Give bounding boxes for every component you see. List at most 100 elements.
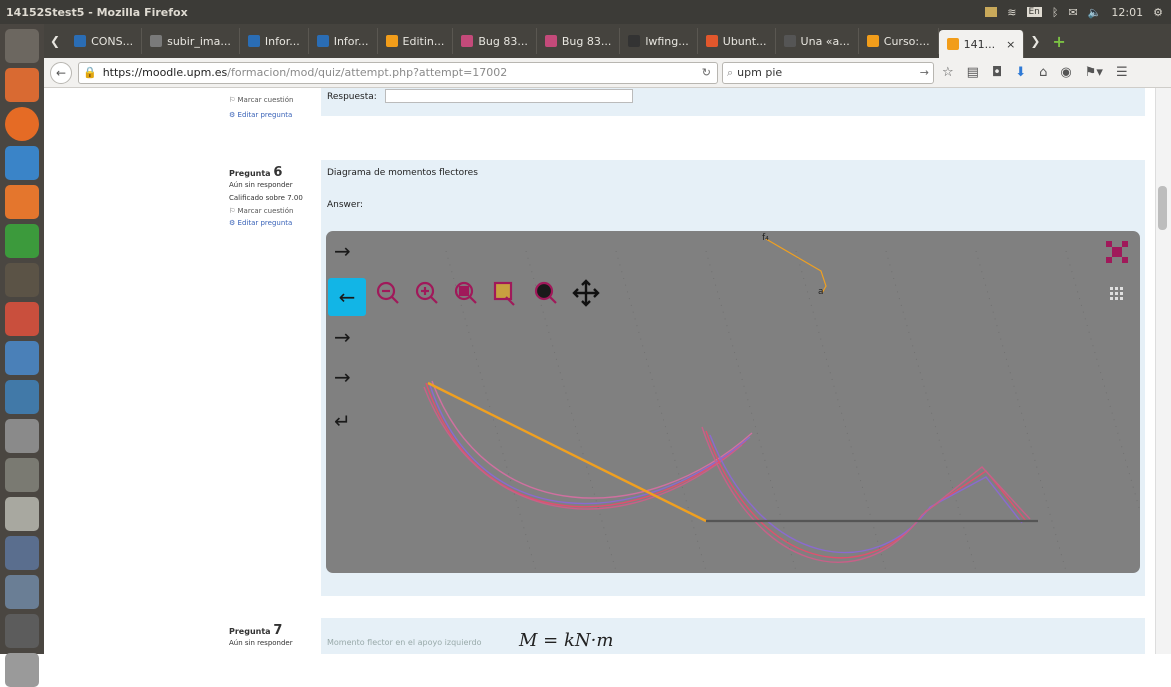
- reading-list-icon[interactable]: ▤: [967, 65, 979, 80]
- chat-icon[interactable]: ◉: [1060, 65, 1071, 80]
- reload-icon[interactable]: ↻: [702, 66, 717, 79]
- clock[interactable]: 12:01: [1111, 6, 1143, 19]
- tab-label: subir_ima...: [167, 34, 231, 48]
- extension-icon[interactable]: ⚑▾: [1085, 65, 1103, 80]
- tab-label: 141...: [963, 37, 996, 51]
- bookmark-star-icon[interactable]: ☆: [942, 65, 954, 80]
- url-bar[interactable]: 🔒 https://moodle.upm.es/formacion/mod/qu…: [78, 61, 718, 84]
- terminal-icon[interactable]: [5, 263, 39, 297]
- keyboard-icon[interactable]: En: [1026, 7, 1042, 17]
- arrow-back-button[interactable]: ←: [328, 278, 366, 316]
- browser-tab[interactable]: Bug 83...: [453, 28, 537, 54]
- browser-tab[interactable]: Bug 83...: [537, 28, 621, 54]
- q6-flag-link[interactable]: ⚐ Marcar cuestión: [229, 207, 319, 216]
- nav-bar: ← 🔒 https://moodle.upm.es/formacion/mod/…: [44, 58, 1171, 88]
- url-host: https://moodle.upm.es: [102, 66, 228, 79]
- new-tab-button[interactable]: +: [1046, 32, 1071, 51]
- usb-icon[interactable]: [5, 419, 39, 453]
- browser-tab[interactable]: Una «a...: [776, 28, 859, 54]
- browser-tab[interactable]: subir_ima...: [142, 28, 240, 54]
- grid-toggle-icon[interactable]: [1110, 286, 1124, 300]
- drive-icon[interactable]: [5, 458, 39, 492]
- disk-icon[interactable]: [5, 497, 39, 531]
- software-center-icon[interactable]: [5, 185, 39, 219]
- prev-flag-link[interactable]: ⚐ Marcar cuestión: [229, 96, 319, 105]
- browser-tab[interactable]: Editin...: [378, 28, 454, 54]
- tools-icon[interactable]: [5, 614, 39, 648]
- zoom-fit-icon[interactable]: [454, 281, 477, 304]
- trash-icon[interactable]: [5, 653, 39, 687]
- launcher: [0, 24, 44, 687]
- browser-tab[interactable]: Ubunt...: [698, 28, 776, 54]
- browser-tab[interactable]: Infor...: [309, 28, 378, 54]
- writer-icon[interactable]: [5, 146, 39, 180]
- q7-info: Pregunta 7 Aún sin responder: [229, 623, 319, 648]
- tabs-scroll-right-icon[interactable]: ❯: [1024, 34, 1046, 48]
- system-tray: ≋ En ᛒ ✉ 🔈 12:01 ⚙: [985, 6, 1171, 19]
- zoom-out-icon[interactable]: [376, 281, 399, 304]
- arrow-forward-3[interactable]: →: [334, 365, 351, 389]
- firefox-icon[interactable]: [5, 107, 39, 141]
- prev-question-box: Respuesta:: [321, 88, 1145, 116]
- arrow-return[interactable]: ↵: [334, 409, 351, 433]
- tab-label: Curso:...: [883, 34, 930, 48]
- browser-tab[interactable]: CONS...: [66, 28, 143, 54]
- page-scrollbar-thumb[interactable]: [1158, 186, 1167, 230]
- wifi-icon[interactable]: ≋: [1007, 6, 1016, 19]
- bluetooth-icon[interactable]: ᛒ: [1052, 6, 1059, 19]
- lock-icon: 🔒: [83, 66, 97, 79]
- fullscreen-icon[interactable]: [1106, 241, 1128, 263]
- arrow-forward-1[interactable]: →: [334, 239, 351, 263]
- calculator-icon[interactable]: [5, 380, 39, 414]
- tab-label: Bug 83...: [478, 34, 528, 48]
- tab-close-icon[interactable]: ×: [1006, 38, 1015, 51]
- tab-favicon-icon: [461, 35, 474, 47]
- tabs-scroll-left-icon[interactable]: ❮: [44, 34, 66, 48]
- q7-number: Pregunta 7: [229, 623, 283, 638]
- volume-icon[interactable]: 🔈: [1088, 6, 1102, 19]
- back-button[interactable]: ←: [50, 61, 72, 84]
- tab-label: Editin...: [402, 34, 445, 48]
- page-scrollbar[interactable]: [1155, 88, 1171, 654]
- zoom-in-icon[interactable]: [415, 281, 438, 304]
- q6-edit-link[interactable]: ⚙ Editar pregunta: [229, 219, 319, 228]
- workspaces-icon[interactable]: [5, 575, 39, 609]
- browser-tab[interactable]: lwfing...: [620, 28, 698, 54]
- top-panel: 14152Stest5 - Mozilla Firefox ≋ En ᛒ ✉ 🔈…: [0, 0, 1171, 24]
- home-icon[interactable]: ⌂: [1039, 65, 1047, 80]
- zoom-select-icon[interactable]: [493, 281, 515, 306]
- arrow-forward-2[interactable]: →: [334, 325, 351, 349]
- books-icon[interactable]: [5, 536, 39, 570]
- settings-launcher-icon[interactable]: [5, 302, 39, 336]
- calc-icon[interactable]: [5, 224, 39, 258]
- window-title: 14152Stest5 - Mozilla Firefox: [6, 5, 188, 19]
- mail-icon[interactable]: ✉: [1069, 6, 1078, 19]
- files-icon[interactable]: [985, 7, 998, 17]
- q6-status: Aún sin responder: [229, 181, 293, 189]
- menu-icon[interactable]: ☰: [1116, 65, 1128, 80]
- browser-tab[interactable]: Infor...: [240, 28, 309, 54]
- q7-status: Aún sin responder: [229, 639, 293, 647]
- graph-applet[interactable]: → ← → → ↵ f₄ a: [326, 231, 1140, 573]
- tab-label: Infor...: [264, 34, 300, 48]
- search-bar[interactable]: ⌕ upm pie →: [722, 61, 934, 84]
- search-go-icon[interactable]: →: [920, 66, 933, 79]
- network-icon[interactable]: [5, 341, 39, 375]
- search-icon: ⌕: [727, 65, 734, 79]
- prev-answer-input[interactable]: [385, 89, 633, 103]
- zoom-home-icon[interactable]: [534, 281, 557, 304]
- point-label-a: a: [818, 287, 824, 297]
- pocket-icon[interactable]: ◘: [992, 65, 1002, 80]
- q7-box: Momento flector en el apoyo izquierdo M …: [321, 618, 1145, 654]
- browser-tab[interactable]: 141... ×: [938, 30, 1025, 58]
- browser-tab[interactable]: Curso:...: [859, 28, 939, 54]
- files-launcher-icon[interactable]: [5, 68, 39, 102]
- page-content: ⚐ Marcar cuestión ⚙ Editar pregunta Resp…: [44, 88, 1155, 654]
- settings-icon[interactable]: ⚙: [1153, 6, 1163, 19]
- move-icon[interactable]: [572, 279, 600, 307]
- prev-question-info: ⚐ Marcar cuestión ⚙ Editar pregunta: [229, 96, 319, 120]
- tab-label: Infor...: [333, 34, 369, 48]
- dash-icon[interactable]: [5, 29, 39, 63]
- downloads-icon[interactable]: ⬇: [1015, 65, 1026, 80]
- prev-edit-link[interactable]: ⚙ Editar pregunta: [229, 111, 319, 120]
